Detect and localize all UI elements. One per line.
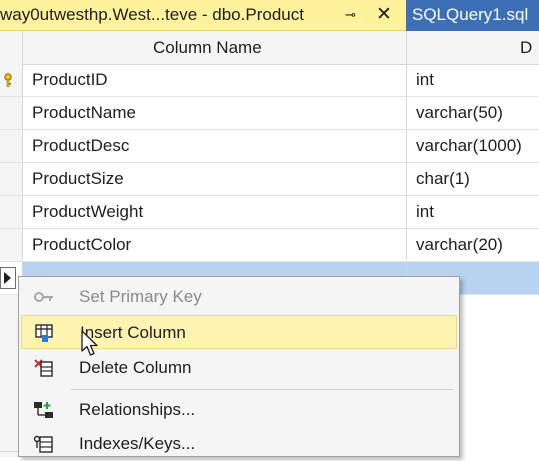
data-type-cell[interactable]: int: [416, 202, 434, 222]
menu-item-set-primary-key[interactable]: Set Primary Key: [21, 280, 457, 314]
menu-separator: [71, 389, 453, 390]
column-divider: [406, 130, 407, 162]
data-type-cell[interactable]: char(1): [416, 169, 470, 189]
row-selector[interactable]: [0, 229, 23, 261]
tab-title: SQLQuery1.sql: [412, 5, 529, 24]
row-selector[interactable]: [0, 163, 23, 195]
tab-dbo-product[interactable]: way0utwesthp.West...teve - dbo.Product ⊸…: [0, 0, 406, 31]
table-row[interactable]: ProductDesc varchar(1000): [0, 130, 539, 163]
table-row[interactable]: ProductID int: [0, 64, 539, 97]
table-row[interactable]: ProductWeight int: [0, 196, 539, 229]
row-selector[interactable]: [0, 130, 23, 162]
indexes-keys-icon: [33, 435, 53, 453]
insert-column-icon: [35, 324, 53, 342]
pin-icon[interactable]: ⊸: [345, 7, 356, 23]
column-name-cell[interactable]: ProductWeight: [32, 202, 143, 222]
column-name-cell[interactable]: ProductID: [32, 70, 108, 90]
column-name-header[interactable]: Column Name: [22, 31, 407, 64]
table-row[interactable]: ProductColor varchar(20): [0, 229, 539, 262]
column-name-header-label: Column Name: [153, 38, 262, 57]
data-type-header-label: D: [520, 38, 533, 57]
row-selector[interactable]: [0, 196, 23, 228]
menu-item-label: Delete Column: [79, 358, 192, 377]
table-row[interactable]: ProductSize char(1): [0, 163, 539, 196]
close-icon[interactable]: ✕: [376, 3, 392, 26]
menu-item-relationships[interactable]: Relationships...: [21, 393, 457, 427]
column-name-cell[interactable]: ProductDesc: [32, 136, 129, 156]
menu-item-label: Set Primary Key: [79, 287, 202, 306]
data-type-cell[interactable]: varchar(50): [416, 103, 503, 123]
mouse-pointer-icon: [81, 330, 98, 356]
data-type-cell[interactable]: varchar(1000): [416, 136, 522, 156]
column-divider: [406, 163, 407, 195]
row-selector[interactable]: [0, 97, 23, 129]
column-divider: [406, 97, 407, 129]
table-row[interactable]: ProductName varchar(50): [0, 97, 539, 130]
data-type-cell[interactable]: varchar(20): [416, 235, 503, 255]
row-selector-header[interactable]: [0, 31, 23, 64]
current-row-indicator: [0, 267, 16, 289]
row-selector[interactable]: [0, 64, 23, 96]
primary-key-icon: [4, 73, 12, 87]
column-divider: [406, 196, 407, 228]
key-icon: [34, 292, 53, 302]
tab-title: way0utwesthp.West...teve - dbo.Product: [0, 5, 304, 24]
column-name-cell[interactable]: ProductSize: [32, 169, 124, 189]
tab-sqlquery1[interactable]: SQLQuery1.sql: [406, 0, 539, 31]
menu-item-indexes-keys[interactable]: Indexes/Keys...: [21, 427, 457, 461]
relationships-icon: [34, 402, 53, 418]
menu-item-label: Indexes/Keys...: [79, 434, 196, 453]
data-type-cell[interactable]: int: [416, 70, 434, 90]
current-row-arrow-icon: [4, 272, 11, 284]
menu-item-label: Relationships...: [79, 400, 196, 419]
document-tab-strip: way0utwesthp.West...teve - dbo.Product ⊸…: [0, 0, 539, 31]
context-menu: Set Primary Key Insert Column Delete Col…: [18, 276, 460, 457]
grid-header: Column Name D: [0, 31, 539, 65]
delete-column-icon: [34, 359, 53, 377]
column-divider: [406, 64, 407, 96]
column-divider: [406, 229, 407, 261]
column-name-cell[interactable]: ProductColor: [32, 235, 131, 255]
column-name-cell[interactable]: ProductName: [32, 103, 136, 123]
